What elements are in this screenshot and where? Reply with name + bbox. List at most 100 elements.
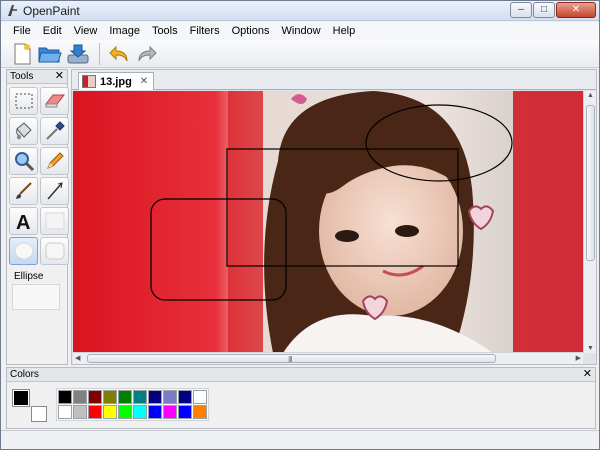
window-title: OpenPaint	[23, 4, 80, 18]
rectangle-select-icon	[15, 93, 32, 109]
scroll-left-icon[interactable]: ◀	[75, 354, 80, 362]
palette-swatch[interactable]	[178, 405, 192, 419]
close-button[interactable]: ✕	[556, 2, 596, 18]
menu-options[interactable]: Options	[226, 22, 276, 40]
open-folder-icon	[38, 47, 62, 62]
maximize-button[interactable]: □	[533, 2, 555, 18]
palette-swatch[interactable]	[58, 390, 72, 404]
rectangle-icon	[45, 212, 64, 230]
palette-swatch[interactable]	[133, 405, 147, 419]
palette-swatch[interactable]	[148, 405, 162, 419]
rectangle-tool[interactable]	[40, 207, 69, 235]
vertical-scroll-thumb[interactable]	[586, 105, 595, 261]
colors-panel-title: Colors	[10, 369, 39, 380]
ellipse-icon	[14, 242, 33, 260]
palette-swatch[interactable]	[88, 390, 102, 404]
menu-bar: File Edit View Image Tools Filters Optio…	[1, 22, 599, 40]
zoom-tool[interactable]	[9, 147, 38, 175]
app-window: OpenPaint – □ ✕ File Edit View Image Too…	[0, 0, 600, 450]
palette-swatch[interactable]	[148, 390, 162, 404]
status-bar	[1, 430, 599, 449]
horizontal-scrollbar[interactable]: ◀ III ▶	[73, 352, 583, 364]
document-tab-label: 13.jpg	[100, 75, 132, 88]
scroll-down-icon[interactable]: ▼	[587, 345, 594, 352]
palette-swatch[interactable]	[193, 405, 207, 419]
image-canvas[interactable]	[73, 91, 583, 353]
main-toolbar	[1, 40, 599, 68]
minimize-button[interactable]: –	[510, 2, 532, 18]
menu-edit[interactable]: Edit	[37, 22, 68, 40]
tools-panel-header: Tools ✕	[7, 70, 67, 84]
colors-panel-header: Colors ✕	[7, 368, 595, 382]
line-tool[interactable]	[40, 177, 69, 205]
paint-bucket-tool[interactable]	[9, 117, 38, 145]
document-area: 13.jpg ✕ ▲ ▼ ◀ III ▶	[71, 69, 597, 365]
save-button[interactable]	[65, 42, 91, 66]
color-picker-tool[interactable]	[40, 117, 69, 145]
tools-panel-close-icon[interactable]: ✕	[55, 70, 64, 83]
palette-swatch[interactable]	[73, 390, 87, 404]
palette-swatch[interactable]	[58, 405, 72, 419]
palette-swatch[interactable]	[133, 390, 147, 404]
document-tab-strip: 13.jpg ✕	[72, 70, 596, 90]
scroll-grip: III	[288, 355, 293, 364]
palette-swatch[interactable]	[178, 390, 192, 404]
menu-file[interactable]: File	[7, 22, 37, 40]
palette-swatch[interactable]	[118, 405, 132, 419]
text-tool[interactable]: A	[9, 207, 38, 235]
menu-tools[interactable]: Tools	[146, 22, 184, 40]
eraser-icon	[44, 94, 65, 108]
scroll-up-icon[interactable]: ▲	[587, 92, 594, 99]
window-controls: – □ ✕	[510, 2, 596, 18]
redo-button[interactable]	[134, 42, 160, 66]
ellipse-tool[interactable]	[9, 237, 38, 265]
document-tab[interactable]: 13.jpg ✕	[78, 72, 154, 90]
palette-swatch[interactable]	[88, 405, 102, 419]
menu-view[interactable]: View	[68, 22, 104, 40]
menu-help[interactable]: Help	[327, 22, 362, 40]
scroll-right-icon[interactable]: ▶	[576, 354, 581, 362]
colors-panel-close-icon[interactable]: ✕	[583, 368, 592, 381]
rounded-rectangle-icon	[45, 242, 64, 260]
paint-bucket-icon	[15, 122, 32, 140]
horizontal-scroll-thumb[interactable]: III	[87, 354, 496, 364]
menu-filters[interactable]: Filters	[184, 22, 226, 40]
open-button[interactable]	[37, 42, 63, 66]
palette-swatch[interactable]	[103, 390, 117, 404]
pencil-icon	[46, 152, 64, 169]
tool-grid: A	[7, 84, 69, 268]
active-tool-label: Ellipse	[14, 271, 44, 282]
palette-swatch[interactable]	[118, 390, 132, 404]
menu-image[interactable]: Image	[103, 22, 146, 40]
eraser-tool[interactable]	[40, 87, 69, 115]
toolbar-separator	[99, 42, 100, 65]
undo-button[interactable]	[106, 42, 132, 66]
image-thumbnail-icon	[82, 75, 96, 88]
palette-swatch[interactable]	[73, 405, 87, 419]
line-icon	[46, 182, 63, 200]
eyedropper-icon	[45, 121, 65, 140]
palette-swatch[interactable]	[163, 405, 177, 419]
save-icon	[67, 44, 89, 63]
new-document-button[interactable]	[9, 42, 35, 66]
brush-tool[interactable]	[9, 177, 38, 205]
color-palette	[56, 388, 209, 421]
colors-panel: Colors ✕	[6, 367, 596, 429]
vertical-scrollbar[interactable]: ▲ ▼	[583, 91, 596, 353]
secondary-color-swatch[interactable]	[31, 406, 47, 422]
palette-swatch[interactable]	[103, 405, 117, 419]
tools-panel: Tools ✕ A Ellipse	[6, 69, 69, 365]
tool-options-preview	[12, 284, 60, 310]
new-document-icon	[14, 43, 31, 64]
redo-icon	[138, 45, 157, 61]
paintbrush-app-icon	[8, 5, 17, 16]
palette-swatch[interactable]	[163, 390, 177, 404]
pencil-tool[interactable]	[40, 147, 69, 175]
photo-with-shapes	[73, 91, 583, 353]
primary-color-swatch[interactable]	[12, 389, 30, 407]
menu-window[interactable]: Window	[276, 22, 327, 40]
tab-close-icon[interactable]: ✕	[140, 76, 148, 87]
rectangle-select-tool[interactable]	[9, 87, 38, 115]
palette-swatch[interactable]	[193, 390, 207, 404]
rounded-rectangle-tool[interactable]	[40, 237, 69, 265]
